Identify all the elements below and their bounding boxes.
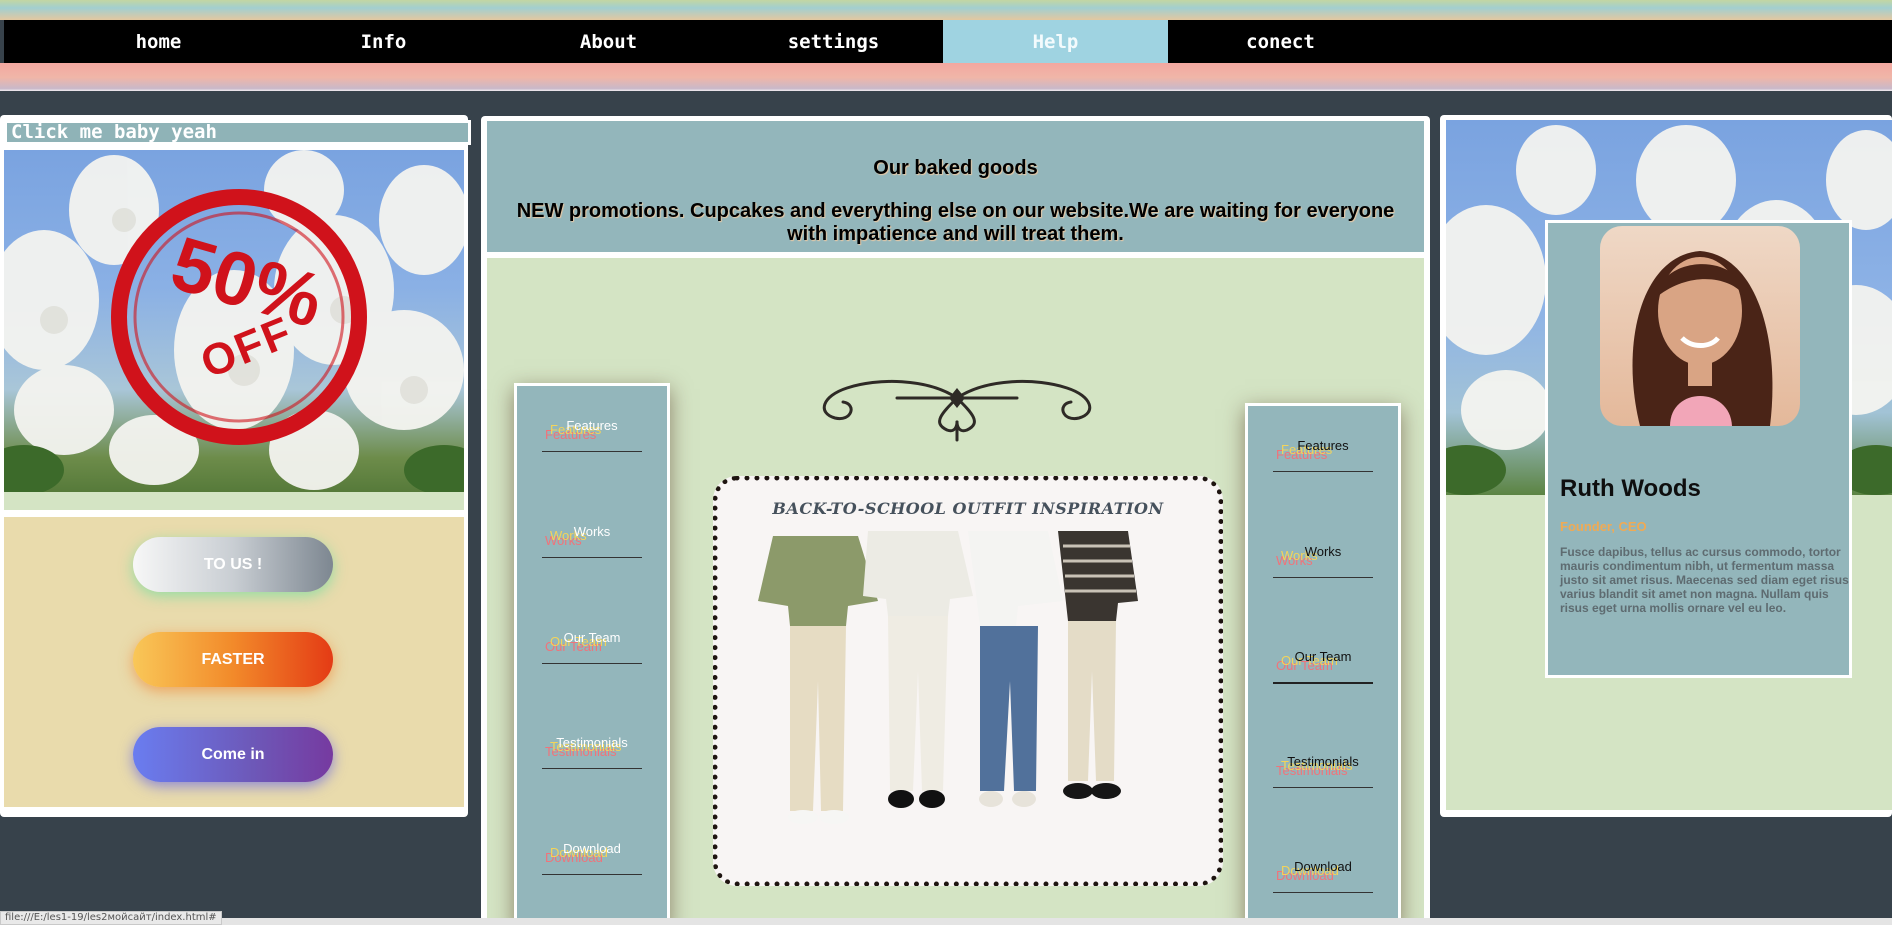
nav-settings[interactable]: settings: [721, 20, 946, 63]
to-us-button[interactable]: TO US !: [133, 537, 333, 592]
nav-conect[interactable]: conect: [1168, 20, 1393, 63]
menu-divider: [542, 874, 642, 875]
discount-stamp: 50% OFF: [107, 185, 372, 450]
promo-header: Our baked goods NEW promotions. Cupcakes…: [487, 121, 1424, 252]
lilac-photo: 50% OFF: [4, 150, 464, 492]
menu-divider: [1273, 682, 1373, 684]
nav-home[interactable]: home: [46, 20, 271, 63]
menu-divider: [1273, 577, 1373, 578]
top-gradient-stripe: [0, 0, 1892, 20]
portrait-illustration: [1632, 251, 1773, 426]
ornament-divider: [807, 368, 1107, 448]
menu-item-works[interactable]: Works Works Works: [1273, 536, 1373, 596]
flourish-icon: [822, 380, 1092, 442]
menu-item-features[interactable]: Features Features Features: [1273, 430, 1373, 490]
right-side-menu: Features Features Features Works Works W…: [1245, 403, 1401, 925]
menu-divider: [1273, 787, 1373, 788]
menu-item-our-team[interactable]: Our Team Our Team Our Team: [1273, 641, 1373, 701]
nav-about[interactable]: About: [496, 20, 721, 63]
menu-divider: [542, 663, 642, 664]
outfit-illustration: [758, 531, 1138, 824]
outfit-image-card: BACK-TO-SCHOOL OUTFIT INSPIRATION: [713, 476, 1223, 886]
page-footer-strip: [0, 918, 1892, 925]
menu-divider: [542, 451, 642, 452]
section-title: Our baked goods: [873, 157, 1038, 179]
menu-item-works[interactable]: Works Works Works: [542, 516, 642, 576]
promo-text: NEW promotions. Cupcakes and everything …: [516, 200, 1395, 245]
avatar: [1600, 226, 1800, 426]
come-in-button[interactable]: Come in: [133, 727, 333, 782]
menu-divider: [542, 768, 642, 769]
left-divider: [4, 492, 464, 510]
main-nav: home Info About settings Help conect: [4, 20, 1892, 63]
menu-item-download[interactable]: Download Download Download: [542, 833, 642, 893]
center-content: Features Features Features Works Works W…: [487, 258, 1424, 925]
menu-divider: [1273, 892, 1373, 893]
browser-status-url: file:///E:/les1-19/les2мойсайт/index.htm…: [0, 911, 222, 925]
left-side-menu: Features Features Features Works Works W…: [514, 383, 670, 925]
profile-name: Ruth Woods: [1560, 475, 1701, 502]
profile-bio: Fusce dapibus, tellus ac cursus commodo,…: [1560, 545, 1849, 615]
nav-help[interactable]: Help: [943, 20, 1168, 63]
menu-divider: [542, 557, 642, 558]
menu-item-our-team[interactable]: Our Team Our Team Our Team: [542, 622, 642, 682]
menu-divider: [1273, 471, 1373, 472]
click-me-link[interactable]: Click me baby yeah: [4, 120, 471, 145]
nav-bottom-stripe: [0, 63, 1892, 95]
nav-info[interactable]: Info: [271, 20, 496, 63]
left-panel: Click me baby yeah 50% OFF TO US ! FASTE…: [0, 115, 471, 817]
faster-button[interactable]: FASTER: [133, 632, 333, 687]
profile-card: Ruth Woods Founder, CEO Fusce dapibus, t…: [1545, 220, 1852, 678]
profile-role: Founder, CEO: [1560, 519, 1647, 534]
menu-item-download[interactable]: Download Download Download: [1273, 851, 1373, 911]
menu-item-testimonials[interactable]: Testimonials Testimonials Testimonials: [1273, 746, 1373, 806]
center-panel: Our baked goods NEW promotions. Cupcakes…: [481, 116, 1430, 925]
action-buttons-area: TO US ! FASTER Come in: [4, 517, 464, 807]
menu-item-testimonials[interactable]: Testimonials Testimonials Testimonials: [542, 727, 642, 787]
menu-item-features[interactable]: Features Features Features: [542, 410, 642, 470]
